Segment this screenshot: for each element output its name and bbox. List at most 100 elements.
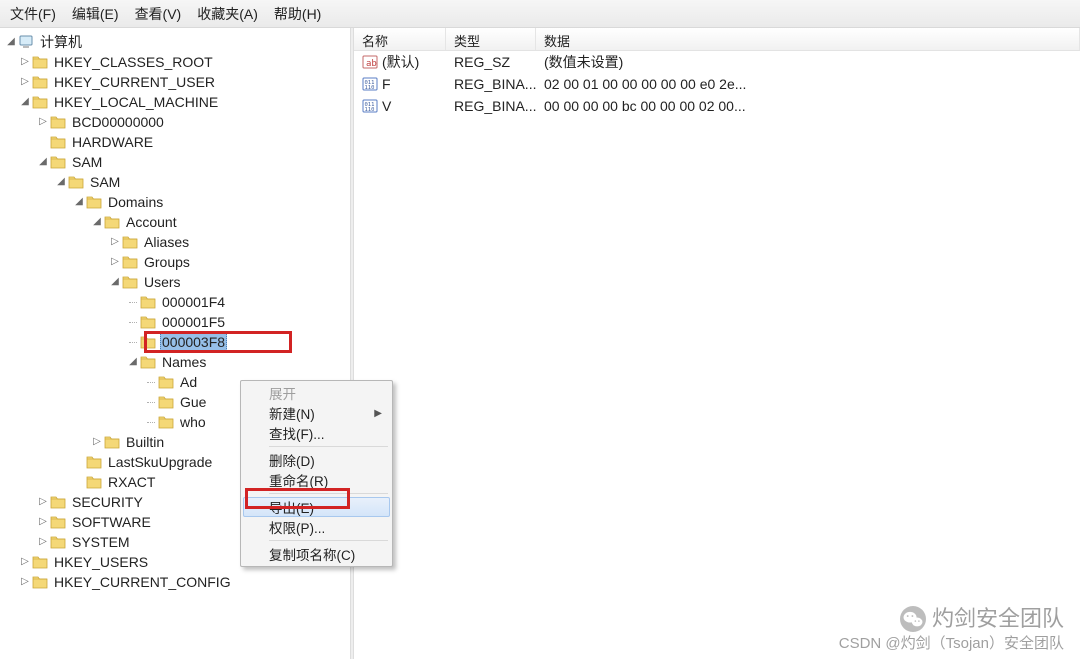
tree-item[interactable]: 000001F4 bbox=[160, 292, 227, 312]
folder-icon bbox=[50, 114, 66, 130]
collapse-toggle[interactable]: ◢ bbox=[36, 152, 50, 172]
folder-icon bbox=[140, 334, 156, 350]
folder-icon bbox=[32, 554, 48, 570]
ctx-copy-key-name[interactable]: 复制项名称(C) bbox=[243, 544, 390, 564]
tree-item[interactable]: Builtin bbox=[124, 432, 166, 452]
wechat-icon bbox=[900, 606, 926, 632]
tree-item[interactable]: Domains bbox=[106, 192, 165, 212]
expand-toggle[interactable]: ▷ bbox=[18, 72, 32, 92]
value-list: 名称 类型 数据 (默认) REG_SZ (数值未设置) F REG_BINA.… bbox=[354, 28, 1080, 659]
ctx-delete[interactable]: 删除(D) bbox=[243, 450, 390, 470]
tree-item[interactable]: 000001F5 bbox=[160, 312, 227, 332]
menu-view[interactable]: 查看(V) bbox=[127, 0, 190, 28]
expand-toggle[interactable]: ▷ bbox=[108, 252, 122, 272]
menu-favorites[interactable]: 收藏夹(A) bbox=[189, 0, 266, 28]
list-row[interactable]: F REG_BINA... 02 00 01 00 00 00 00 00 e0… bbox=[354, 73, 1080, 95]
tree-hku[interactable]: HKEY_USERS bbox=[52, 552, 150, 572]
leaf bbox=[126, 342, 140, 343]
tree-item[interactable]: HARDWARE bbox=[70, 132, 155, 152]
value-data: (数值未设置) bbox=[536, 50, 1080, 74]
expand-toggle[interactable]: ▷ bbox=[36, 492, 50, 512]
collapse-toggle[interactable]: ◢ bbox=[108, 272, 122, 292]
value-type: REG_SZ bbox=[446, 52, 536, 72]
tree-item[interactable]: Gue bbox=[178, 392, 208, 412]
list-header: 名称 类型 数据 bbox=[354, 28, 1080, 51]
value-data: 02 00 01 00 00 00 00 00 e0 2e... bbox=[536, 74, 1080, 94]
tree-item[interactable]: LastSkuUpgrade bbox=[106, 452, 214, 472]
collapse-toggle[interactable]: ◢ bbox=[18, 92, 32, 112]
folder-icon bbox=[140, 314, 156, 330]
expand-toggle[interactable]: ▷ bbox=[108, 232, 122, 252]
tree-hkcc[interactable]: HKEY_CURRENT_CONFIG bbox=[52, 572, 233, 592]
tree-item[interactable]: Ad bbox=[178, 372, 199, 392]
folder-icon bbox=[50, 514, 66, 530]
value-name: (默认) bbox=[382, 52, 419, 72]
value-type: REG_BINA... bbox=[446, 96, 536, 116]
separator bbox=[269, 493, 388, 494]
separator bbox=[269, 446, 388, 447]
ctx-rename[interactable]: 重命名(R) bbox=[243, 470, 390, 490]
list-row[interactable]: V REG_BINA... 00 00 00 00 bc 00 00 00 02… bbox=[354, 95, 1080, 117]
list-body: (默认) REG_SZ (数值未设置) F REG_BINA... 02 00 … bbox=[354, 51, 1080, 117]
tree-item[interactable]: SOFTWARE bbox=[70, 512, 153, 532]
menu-help[interactable]: 帮助(H) bbox=[266, 0, 329, 28]
expand-toggle[interactable]: ▷ bbox=[18, 52, 32, 72]
tree-item-selected[interactable]: 000003F8 bbox=[160, 331, 227, 353]
tree-hklm[interactable]: HKEY_LOCAL_MACHINE bbox=[52, 92, 220, 112]
expand-toggle[interactable]: ▷ bbox=[36, 112, 50, 132]
ctx-expand[interactable]: 展开 bbox=[243, 383, 390, 403]
watermark-title: 灼剑安全团队 bbox=[932, 605, 1064, 634]
tree-item[interactable]: who bbox=[178, 412, 208, 432]
col-data[interactable]: 数据 bbox=[536, 28, 1080, 50]
folder-icon bbox=[122, 254, 138, 270]
expand-toggle[interactable]: ▷ bbox=[36, 532, 50, 552]
tree-item[interactable]: Users bbox=[142, 272, 183, 292]
expand-toggle[interactable]: ▷ bbox=[90, 432, 104, 452]
collapse-toggle[interactable]: ◢ bbox=[72, 192, 86, 212]
leaf bbox=[144, 382, 158, 383]
expand-toggle[interactable]: ▷ bbox=[36, 512, 50, 532]
col-type[interactable]: 类型 bbox=[446, 28, 536, 50]
ctx-find[interactable]: 查找(F)... bbox=[243, 423, 390, 443]
folder-icon bbox=[50, 534, 66, 550]
tree-item[interactable]: SYSTEM bbox=[70, 532, 132, 552]
binary-value-icon bbox=[362, 76, 378, 92]
tree-root[interactable]: 计算机 bbox=[38, 32, 84, 52]
tree-item[interactable]: SAM bbox=[70, 152, 104, 172]
tree-item[interactable]: Account bbox=[124, 212, 179, 232]
folder-icon bbox=[86, 194, 102, 210]
collapse-toggle[interactable]: ◢ bbox=[126, 352, 140, 372]
folder-icon bbox=[86, 474, 102, 490]
collapse-toggle[interactable]: ◢ bbox=[4, 32, 18, 52]
ctx-export[interactable]: 导出(E) bbox=[243, 497, 390, 517]
folder-icon bbox=[32, 54, 48, 70]
tree-item[interactable]: SAM bbox=[88, 172, 122, 192]
tree-item[interactable]: SECURITY bbox=[70, 492, 145, 512]
collapse-toggle[interactable]: ◢ bbox=[54, 172, 68, 192]
collapse-toggle[interactable]: ◢ bbox=[90, 212, 104, 232]
submenu-arrow-icon: ▶ bbox=[374, 408, 382, 419]
folder-icon bbox=[86, 454, 102, 470]
tree-hkcr[interactable]: HKEY_CLASSES_ROOT bbox=[52, 52, 215, 72]
expand-toggle[interactable]: ▷ bbox=[18, 552, 32, 572]
ctx-permissions[interactable]: 权限(P)... bbox=[243, 517, 390, 537]
string-value-icon bbox=[362, 54, 378, 70]
list-row[interactable]: (默认) REG_SZ (数值未设置) bbox=[354, 51, 1080, 73]
tree-item[interactable]: RXACT bbox=[106, 472, 157, 492]
expand-toggle[interactable]: ▷ bbox=[18, 572, 32, 592]
col-name[interactable]: 名称 bbox=[354, 28, 446, 50]
value-data: 00 00 00 00 bc 00 00 00 02 00... bbox=[536, 96, 1080, 116]
tree-item[interactable]: BCD00000000 bbox=[70, 112, 166, 132]
watermark-subtitle: CSDN @灼剑（Tsojan）安全团队 bbox=[839, 634, 1064, 654]
menu-file[interactable]: 文件(F) bbox=[2, 0, 64, 28]
ctx-new[interactable]: 新建(N) ▶ bbox=[243, 403, 390, 423]
folder-icon bbox=[50, 154, 66, 170]
tree-item[interactable]: Aliases bbox=[142, 232, 191, 252]
folder-icon bbox=[122, 234, 138, 250]
tree-item[interactable]: Names bbox=[160, 352, 208, 372]
folder-icon bbox=[140, 354, 156, 370]
leaf bbox=[126, 302, 140, 303]
tree-item[interactable]: Groups bbox=[142, 252, 192, 272]
menu-edit[interactable]: 编辑(E) bbox=[64, 0, 127, 28]
tree-hkcu[interactable]: HKEY_CURRENT_USER bbox=[52, 72, 217, 92]
